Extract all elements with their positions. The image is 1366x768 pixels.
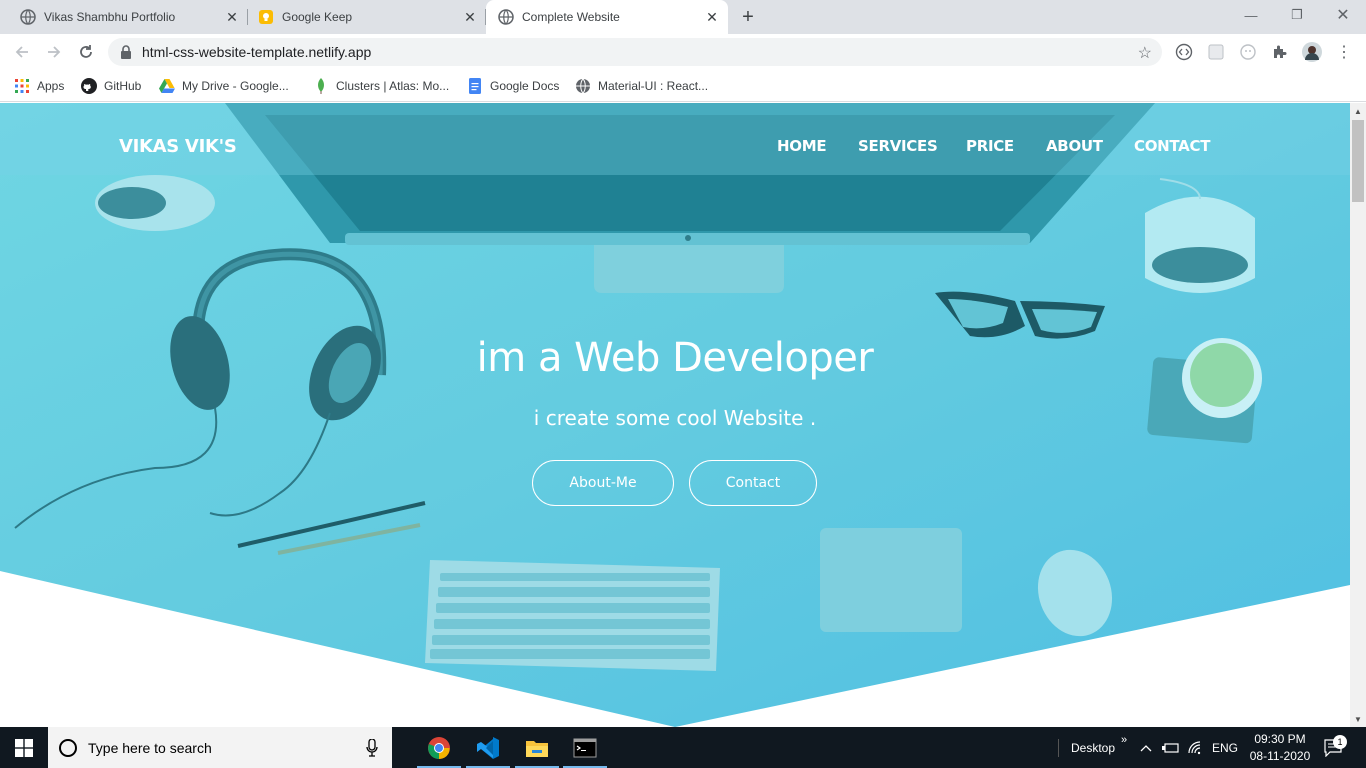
reload-icon[interactable] — [74, 40, 98, 64]
microphone-icon[interactable] — [366, 738, 378, 762]
tab-title: Vikas Shambhu Portfolio — [44, 10, 176, 24]
bookmark-label: Clusters | Atlas: Mo... — [336, 79, 450, 93]
github-icon — [81, 78, 97, 94]
globe-icon — [20, 9, 36, 25]
search-circle-icon — [59, 738, 77, 757]
scroll-down-arrow-icon[interactable]: ▼ — [1350, 711, 1366, 727]
windows-taskbar: Type here to search Desktop » ENG 09:30 … — [0, 727, 1366, 768]
scrollbar-thumb[interactable] — [1352, 120, 1364, 202]
bookmark-google-docs[interactable]: Google Docs — [467, 76, 559, 96]
desktop-toolbar-chevron[interactable]: » — [1121, 719, 1127, 760]
windows-start-icon[interactable] — [0, 727, 48, 768]
extensions-puzzle-icon[interactable] — [1270, 42, 1290, 62]
file-explorer-icon[interactable] — [513, 727, 561, 768]
site-logo[interactable]: VIKAS VIK'S — [119, 136, 237, 157]
wifi-icon[interactable] — [1188, 727, 1204, 768]
page-scrollbar[interactable]: ▲ ▼ — [1350, 103, 1366, 727]
minimize-icon[interactable]: — — [1228, 0, 1274, 30]
hero-subheadline: i create some cool Website . — [533, 406, 817, 430]
lock-icon — [120, 45, 132, 59]
browser-toolbar: html-css-website-template.netlify.app ☆ … — [0, 34, 1366, 70]
extension-face-icon[interactable] — [1238, 42, 1258, 62]
about-me-button[interactable]: About-Me — [532, 460, 674, 506]
show-hidden-icons-chevron-icon[interactable] — [1140, 727, 1152, 768]
bookmark-atlas-clusters[interactable]: Clusters | Atlas: Mo... — [313, 76, 449, 96]
bookmark-my-drive[interactable]: My Drive - Google... — [159, 76, 289, 96]
tab-title: Google Keep — [282, 10, 353, 24]
forward-arrow-icon[interactable] — [42, 40, 66, 64]
back-arrow-icon[interactable] — [10, 40, 34, 64]
language-indicator[interactable]: ENG — [1212, 727, 1238, 768]
bookmark-material-ui[interactable]: Material-UI : React... — [575, 76, 708, 96]
hero-section: VIKAS VIK'S HOME SERVICES PRICE ABOUT CO… — [0, 103, 1350, 727]
mongodb-leaf-icon — [313, 78, 329, 94]
url-text: html-css-website-template.netlify.app — [142, 44, 372, 60]
desktop-toolbar-label[interactable]: Desktop — [1071, 727, 1115, 768]
scroll-up-arrow-icon[interactable]: ▲ — [1350, 103, 1366, 119]
tab-vikas-portfolio[interactable]: Vikas Shambhu Portfolio ✕ — [0, 0, 248, 34]
docs-icon — [467, 78, 483, 94]
nav-about[interactable]: ABOUT — [1046, 137, 1103, 155]
apps-grid-icon — [14, 78, 30, 94]
terminal-icon[interactable] — [561, 727, 609, 768]
new-tab-plus-icon[interactable]: + — [736, 5, 760, 29]
notification-count-badge: 1 — [1333, 735, 1347, 749]
tab-complete-website[interactable]: Complete Website ✕ — [486, 0, 728, 34]
bookmark-label: Google Docs — [490, 79, 560, 93]
extension-box-icon[interactable] — [1206, 42, 1226, 62]
close-icon[interactable]: ✕ — [702, 7, 722, 27]
hero-headline: im a Web Developer — [476, 335, 874, 381]
bookmark-apps[interactable]: Apps — [14, 76, 64, 96]
nav-home[interactable]: HOME — [777, 137, 827, 155]
keep-icon — [258, 9, 274, 25]
clock-date: 08-11-2020 — [1249, 748, 1311, 763]
nav-contact[interactable]: CONTACT — [1134, 137, 1210, 155]
window-close-icon[interactable]: ✕ — [1320, 0, 1366, 30]
clock-time: 09:30 PM — [1254, 731, 1306, 746]
taskbar-search-box[interactable]: Type here to search — [48, 727, 392, 768]
globe-icon — [498, 9, 514, 25]
page-viewport: VIKAS VIK'S HOME SERVICES PRICE ABOUT CO… — [0, 103, 1350, 727]
bookmark-label: Apps — [37, 79, 65, 93]
close-icon[interactable]: ✕ — [460, 7, 480, 27]
chrome-icon[interactable] — [415, 727, 463, 768]
bookmark-label: GitHub — [104, 79, 142, 93]
search-placeholder: Type here to search — [88, 739, 212, 756]
tray-divider — [1058, 739, 1059, 757]
restore-icon[interactable]: ❐ — [1274, 0, 1320, 30]
bookmark-github[interactable]: GitHub — [81, 76, 141, 96]
drive-icon — [159, 78, 175, 94]
tab-title: Complete Website — [522, 10, 620, 24]
address-bar[interactable]: html-css-website-template.netlify.app ☆ — [108, 38, 1162, 66]
tab-google-keep[interactable]: Google Keep ✕ — [238, 0, 486, 34]
bookmark-label: My Drive - Google... — [182, 79, 289, 93]
nav-price[interactable]: PRICE — [966, 137, 1014, 155]
menu-kebab-icon[interactable]: ⋮ — [1334, 42, 1354, 62]
profile-avatar[interactable] — [1302, 42, 1322, 62]
nav-services[interactable]: SERVICES — [858, 137, 938, 155]
clock[interactable]: 09:30 PM 08-11-2020 — [1248, 727, 1312, 768]
battery-power-icon[interactable] — [1162, 727, 1180, 768]
contact-button[interactable]: Contact — [689, 460, 817, 506]
bookmarks-bar: Apps GitHub My Drive - Google... Cluster… — [0, 70, 1366, 102]
tab-strip: Vikas Shambhu Portfolio ✕ Google Keep ✕ … — [0, 0, 1366, 34]
globe-icon — [575, 78, 591, 94]
bookmark-star-icon[interactable]: ☆ — [1138, 43, 1152, 63]
vscode-icon[interactable] — [464, 727, 512, 768]
bookmark-label: Material-UI : React... — [598, 79, 709, 93]
extension-code-icon[interactable] — [1174, 42, 1194, 62]
